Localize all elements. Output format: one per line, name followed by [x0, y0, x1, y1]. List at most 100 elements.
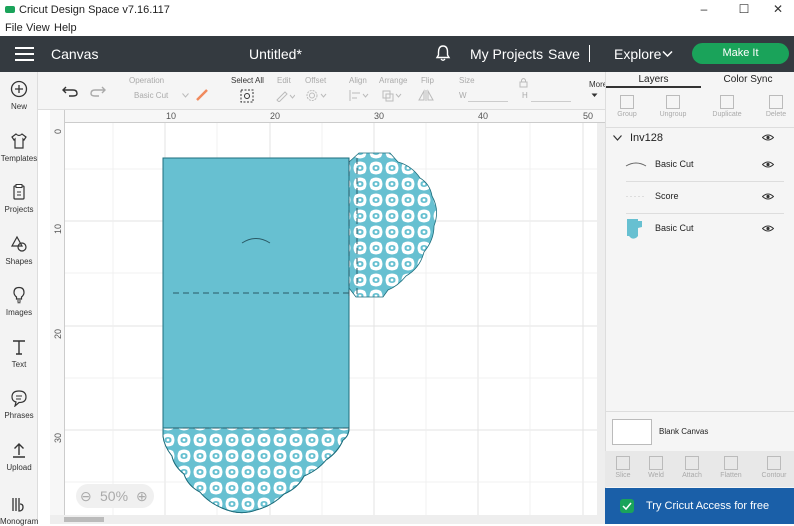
layer-group-name[interactable]: Inv128: [630, 132, 663, 144]
delete-button[interactable]: Delete: [758, 93, 794, 118]
layer-name[interactable]: Basic Cut: [655, 223, 694, 233]
menu-view[interactable]: View: [26, 22, 50, 34]
sidebar-item-images[interactable]: Images: [0, 286, 38, 317]
ruler-tick: 20: [53, 328, 63, 339]
operation-select[interactable]: Basic Cut: [134, 91, 168, 100]
undo-icon[interactable]: [62, 85, 78, 97]
size-width-input[interactable]: [468, 88, 508, 102]
try-cricut-access-banner[interactable]: Try Cricut Access for free: [605, 488, 794, 524]
save-button[interactable]: Save: [548, 46, 580, 62]
lock-icon[interactable]: [519, 77, 528, 88]
weld-icon: [649, 456, 663, 470]
pen-color-icon[interactable]: [195, 88, 209, 102]
contour-button[interactable]: Contour: [756, 454, 792, 479]
sidebar-item-monogram[interactable]: Monogram: [0, 495, 38, 526]
arrange-label: Arrange: [379, 76, 408, 85]
sidebar-item-templates[interactable]: Templates: [0, 132, 38, 163]
select-all-icon[interactable]: [239, 88, 255, 104]
sidebar-item-new[interactable]: New: [0, 80, 38, 111]
edit-label: Edit: [277, 76, 291, 85]
scrollbar-thumb[interactable]: [64, 517, 104, 522]
my-projects-link[interactable]: My Projects: [470, 46, 543, 62]
minimize-button[interactable]: –: [686, 2, 722, 18]
flip-icon[interactable]: [418, 89, 440, 102]
size-height-input[interactable]: [531, 88, 571, 102]
sidebar-item-text[interactable]: Text: [0, 338, 38, 369]
try-cricut-access-text[interactable]: Try Cricut Access for free: [646, 500, 769, 512]
layer-tools: Group Ungroup Duplicate Delete: [606, 89, 794, 127]
group-button[interactable]: Group: [609, 93, 645, 118]
sidebar-item-phrases[interactable]: Phrases: [0, 389, 38, 420]
tab-layers[interactable]: Layers: [606, 72, 701, 88]
close-button[interactable]: ✕: [760, 2, 794, 18]
ruler-left: 0 10 20 30: [50, 110, 65, 524]
zoom-control: ⊖ 50% ⊕: [76, 484, 154, 508]
zoom-in-button[interactable]: ⊕: [136, 488, 148, 505]
horizontal-scrollbar[interactable]: [50, 515, 605, 524]
duplicate-button[interactable]: Duplicate: [709, 93, 745, 118]
plus-circle-icon: [10, 80, 28, 98]
blank-canvas-swatch[interactable]: [612, 419, 652, 445]
sidebar-label: Images: [5, 308, 33, 317]
eye-icon[interactable]: [762, 225, 774, 232]
ruler-top: 0 10 20 30 40 50: [50, 110, 605, 123]
select-all-label[interactable]: Select All: [231, 76, 264, 85]
sidebar-item-upload[interactable]: Upload: [0, 441, 38, 472]
maximize-button[interactable]: ☐: [726, 2, 762, 18]
make-it-button[interactable]: Make It: [692, 43, 789, 64]
eye-icon[interactable]: [762, 134, 774, 141]
arrange-icon[interactable]: [381, 89, 403, 102]
group-collapse-chevron-icon[interactable]: [613, 135, 622, 141]
sidebar-label: Text: [11, 360, 27, 369]
ruler-tick: 0: [53, 128, 63, 134]
menu-file[interactable]: File: [5, 22, 23, 34]
ungroup-button[interactable]: Ungroup: [655, 93, 691, 118]
shapes-icon: [10, 235, 27, 252]
slice-button[interactable]: Slice: [605, 454, 641, 479]
weld-button[interactable]: Weld: [638, 454, 674, 479]
ruler-tick: 10: [53, 223, 63, 234]
offset-label: Offset: [305, 76, 327, 85]
more-chevron-icon[interactable]: [591, 93, 598, 98]
tab-color-sync[interactable]: Color Sync: [701, 72, 794, 88]
cricut-access-icon: [620, 499, 634, 513]
hamburger-menu-icon[interactable]: [15, 47, 34, 61]
design-canvas[interactable]: [50, 110, 605, 524]
divider: [606, 127, 794, 128]
sidebar-item-shapes[interactable]: Shapes: [0, 235, 38, 266]
app-header: Canvas Untitled* My Projects Save Explor…: [0, 36, 794, 72]
sidebar-label: New: [10, 102, 27, 111]
project-title[interactable]: Untitled*: [249, 46, 302, 62]
chevron-down-icon[interactable]: [662, 50, 673, 58]
card-layer-thumbnail-icon: [627, 219, 642, 239]
operation-chevron-icon[interactable]: [182, 93, 189, 98]
attach-button[interactable]: Attach: [674, 454, 710, 479]
flatten-button[interactable]: Flatten: [713, 454, 749, 479]
offset-icon[interactable]: [305, 89, 327, 102]
ruler-tick: 20: [270, 111, 281, 121]
notification-bell-icon[interactable]: [435, 44, 451, 62]
eye-icon[interactable]: [762, 193, 774, 200]
ruler-tick: 50: [583, 111, 594, 121]
eye-icon[interactable]: [762, 161, 774, 168]
edit-icon[interactable]: [275, 89, 295, 102]
sidebar-label: Shapes: [5, 257, 33, 266]
curve-layer-thumbnail-icon: [625, 162, 647, 167]
window-title: Cricut Design Space v7.16.117: [19, 4, 170, 16]
redo-icon[interactable]: [90, 85, 106, 97]
align-icon[interactable]: [348, 89, 370, 102]
zoom-out-button[interactable]: ⊖: [80, 488, 92, 505]
left-sidebar: New Templates Projects Shapes Images Tex…: [0, 72, 38, 526]
monogram-icon: [12, 498, 24, 512]
divider: [606, 411, 794, 412]
size-width-label: W: [459, 91, 467, 100]
layer-name[interactable]: Basic Cut: [655, 159, 694, 169]
menu-help[interactable]: Help: [54, 22, 77, 34]
sidebar-item-projects[interactable]: Projects: [0, 183, 38, 214]
explore-dropdown[interactable]: Explore: [614, 46, 661, 62]
vertical-scrollbar[interactable]: [597, 123, 605, 515]
ungroup-icon: [666, 95, 680, 109]
canvas-grid-and-design[interactable]: [50, 110, 605, 524]
layer-name[interactable]: Score: [655, 191, 679, 201]
divider: [626, 181, 784, 182]
